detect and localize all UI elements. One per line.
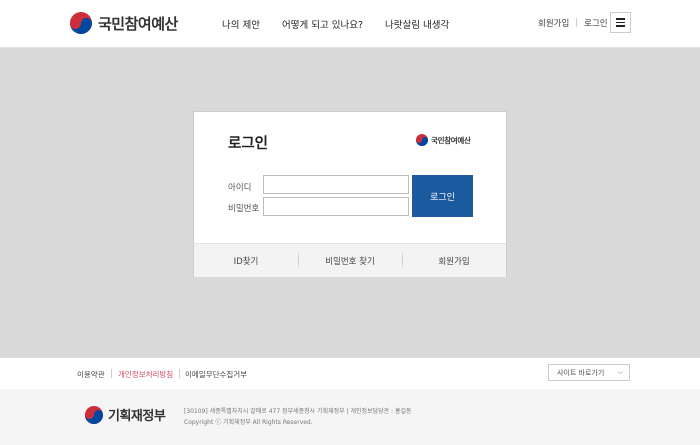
panel-logo: 국민참여예산: [416, 134, 471, 146]
taegeuk-icon: [70, 12, 92, 34]
login-title: 로그인: [228, 136, 269, 152]
login-button[interactable]: 로그인: [412, 175, 473, 217]
find-password-link[interactable]: 비밀번호 찾기: [298, 252, 402, 267]
login-helper-links: ID찾기 비밀번호 찾기 회원가입: [194, 243, 506, 277]
id-label: 아이디: [228, 183, 252, 193]
id-input[interactable]: [263, 175, 409, 194]
nav-item-my-proposal[interactable]: 나의 제안: [222, 17, 260, 31]
site-logo[interactable]: 국민참여예산: [70, 12, 178, 34]
footer: 기획재정부 [30109] 세종특별자치시 갈매로 477 정부세종청사 기획재…: [0, 389, 700, 445]
main-nav: 나의 제안 어떻게 되고 있나요? 나랏살림 내생각: [222, 17, 471, 31]
site-shortcut-label: 사이트 바로가기: [557, 368, 605, 377]
ministry-name: 기획재정부: [108, 409, 166, 424]
panel-logo-text: 국민참여예산: [431, 135, 471, 145]
ministry-logo: 기획재정부: [85, 405, 166, 424]
footer-links-bar: 이용약관 개인정보처리방침 이메일무단수집거부 사이트 바로가기 ⌵: [0, 357, 700, 389]
password-input[interactable]: [263, 197, 409, 216]
header: 국민참여예산 나의 제안 어떻게 되고 있나요? 나랏살림 내생각 회원가입 |…: [0, 0, 700, 48]
chevron-down-icon: ⌵: [617, 368, 623, 376]
join-link[interactable]: 회원가입: [538, 17, 569, 29]
footer-address: [30109] 세종특별자치시 갈매로 477 정부세종청사 기획재정부 | 개…: [184, 408, 412, 415]
footer-divider: [179, 369, 180, 378]
site-logo-text: 국민참여예산: [98, 14, 178, 33]
signup-link[interactable]: 회원가입: [402, 252, 506, 267]
password-label: 비밀번호: [228, 204, 260, 214]
find-id-link[interactable]: ID찾기: [194, 255, 298, 267]
footer-copyright: Copyright ⓒ 기획재정부 All Rights Reserved.: [184, 419, 313, 426]
menu-button[interactable]: [610, 12, 631, 33]
taegeuk-icon: [85, 405, 103, 424]
util-divider: |: [575, 18, 579, 28]
util-nav: 회원가입 | 로그인: [538, 17, 608, 29]
nav-item-budget-opinion[interactable]: 나랏살림 내생각: [385, 17, 449, 31]
login-panel: 로그인 국민참여예산 아이디 비밀번호 로그인 ID찾기 비밀번호 찾기 회원가…: [193, 111, 507, 277]
hamburger-icon: [616, 18, 625, 20]
privacy-policy-link[interactable]: 개인정보처리방침: [118, 369, 173, 380]
site-shortcut-select[interactable]: 사이트 바로가기 ⌵: [548, 364, 630, 381]
nav-item-progress[interactable]: 어떻게 되고 있나요?: [282, 17, 363, 31]
email-refusal-link[interactable]: 이메일무단수집거부: [185, 369, 247, 380]
taegeuk-icon: [416, 134, 428, 146]
login-link[interactable]: 로그인: [584, 17, 607, 29]
footer-divider: [111, 369, 112, 378]
terms-link[interactable]: 이용약관: [77, 369, 105, 380]
